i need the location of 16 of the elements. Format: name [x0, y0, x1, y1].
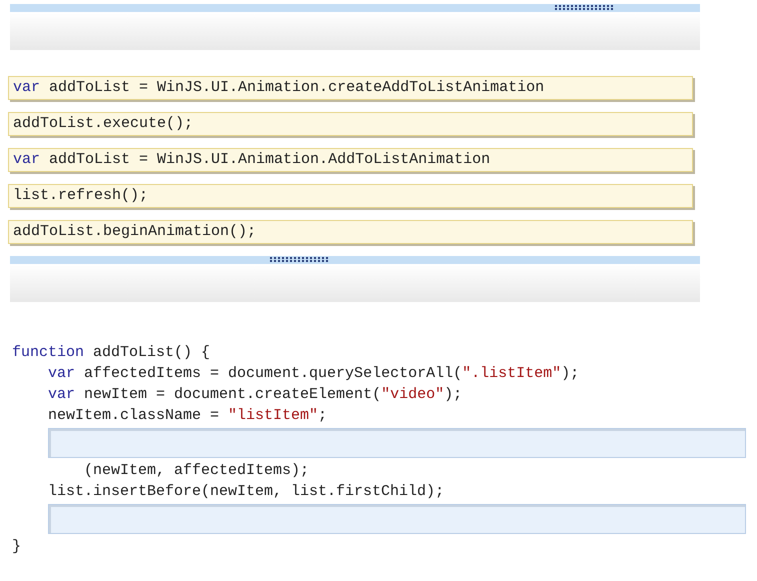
code-line: var affectedItems = document.querySelectorAll(".listItem");	[48, 364, 580, 384]
answer-drop-zone[interactable]	[48, 504, 746, 534]
code-line: var newItem = document.createElement("video");	[48, 385, 462, 405]
code-line: list.insertBefore(newItem, list.firstChild);	[48, 482, 444, 502]
answer-drop-zone[interactable]	[48, 428, 746, 458]
code-line: }	[12, 537, 22, 557]
code-line: function addToList() {	[12, 343, 210, 363]
code-snippet[interactable]: var addToList = WinJS.UI.Animation.AddToListAnimation	[8, 148, 693, 172]
grip-icon[interactable]	[555, 5, 615, 11]
code-snippet[interactable]: list.refresh();	[8, 184, 693, 208]
code-snippet[interactable]: addToList.beginAnimation();	[8, 220, 693, 244]
code-line: (newItem, affectedItems);	[84, 461, 310, 481]
grip-icon[interactable]	[270, 257, 330, 263]
code-line: newItem.className = "listItem";	[48, 406, 328, 426]
code-snippet[interactable]: var addToList = WinJS.UI.Animation.createAddToListAnimation	[8, 76, 693, 100]
code-snippet[interactable]: addToList.execute();	[8, 112, 693, 136]
